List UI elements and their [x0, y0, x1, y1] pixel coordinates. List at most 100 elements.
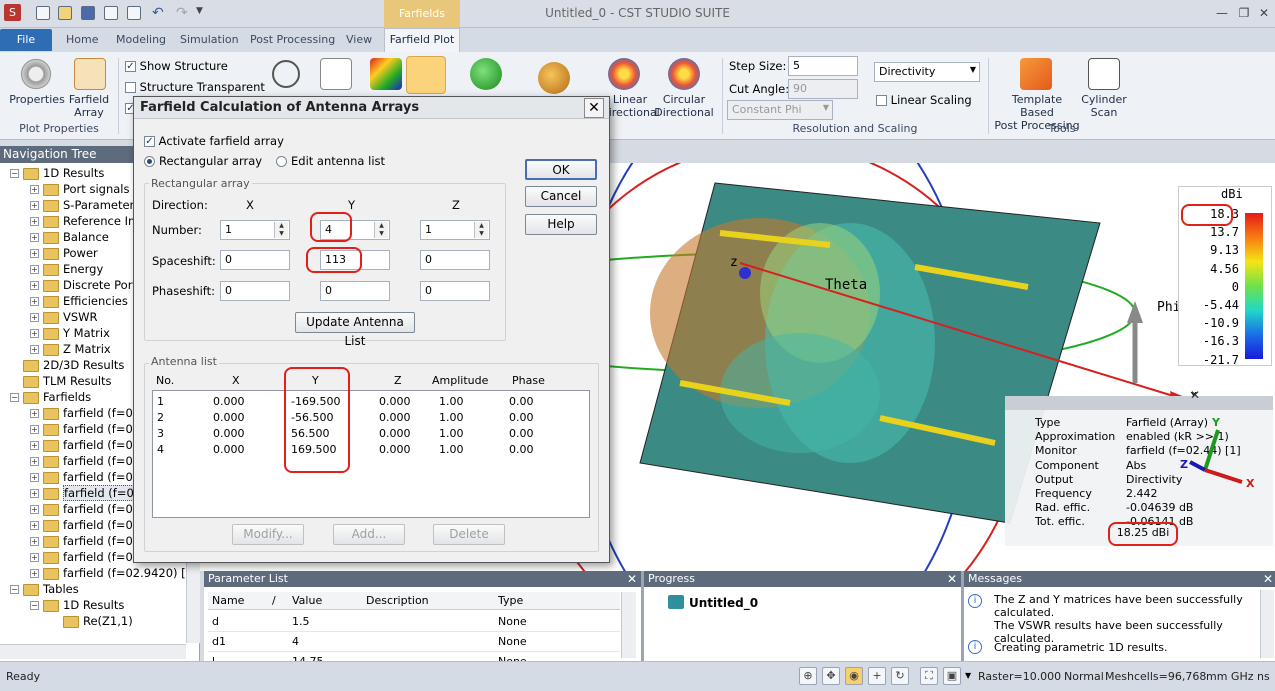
globe-arrow-icon[interactable] — [538, 62, 570, 94]
tree-expander-icon[interactable]: − — [10, 393, 19, 402]
tree-expander-icon[interactable]: − — [10, 169, 19, 178]
number-z-input[interactable]: 1 ▲ ▼ — [420, 220, 490, 240]
structure-transparent-checkbox[interactable]: Structure Transparent — [125, 80, 265, 94]
restore-button[interactable]: ❐ — [1236, 6, 1252, 20]
tree-node[interactable]: − Tables — [10, 581, 79, 597]
properties-gear-icon[interactable] — [20, 58, 52, 90]
parameter-col-header[interactable]: Value — [292, 594, 322, 607]
tree-expander-icon[interactable]: + — [30, 553, 39, 562]
progress-item[interactable]: Untitled_0 — [689, 596, 758, 610]
cut-type-select[interactable]: Constant Phi ▼ — [727, 100, 833, 120]
polar-plot-icon[interactable] — [272, 60, 300, 88]
properties-button[interactable]: Properties — [6, 93, 68, 106]
phaseshift-x-input[interactable]: 0 — [220, 281, 290, 301]
delete-button[interactable]: Delete — [433, 524, 505, 545]
parameter-col-header[interactable]: Type — [498, 594, 523, 607]
parameter-list-scrollbar[interactable] — [621, 592, 636, 658]
tab-modeling[interactable]: Modeling — [108, 30, 174, 52]
spaceshift-z-input[interactable]: 0 — [420, 250, 490, 270]
number-z-spinner[interactable]: ▲ ▼ — [474, 222, 488, 238]
rotate-view-icon[interactable]: ◉ — [845, 667, 863, 685]
tree-node[interactable]: + Power — [30, 245, 98, 261]
farfield-array-icon[interactable] — [74, 58, 106, 90]
tree-node[interactable]: Re(Z1,1) — [50, 613, 133, 629]
tree-expander-icon[interactable]: + — [30, 425, 39, 434]
tree-expander-icon[interactable]: + — [30, 265, 39, 274]
tree-expander-icon[interactable]: + — [30, 217, 39, 226]
tree-expander-icon[interactable]: + — [30, 457, 39, 466]
tree-expander-icon[interactable]: − — [10, 585, 19, 594]
tab-home[interactable]: Home — [58, 30, 106, 52]
tab-view[interactable]: View — [338, 30, 380, 52]
tree-expander-icon[interactable]: + — [30, 329, 39, 338]
activate-farfield-array-checkbox[interactable]: Activate farfield array — [144, 134, 284, 148]
tree-node[interactable]: − 1D Results — [10, 165, 104, 181]
tree-node[interactable]: + Energy — [30, 261, 103, 277]
output-select[interactable]: Directivity ▼ — [874, 62, 980, 82]
circular-directional-icon[interactable] — [668, 58, 700, 90]
tree-expander-icon[interactable]: + — [30, 233, 39, 242]
parameter-row[interactable]: d 1.5 None — [208, 612, 620, 632]
tree-node[interactable]: + VSWR — [30, 309, 98, 325]
tree-node[interactable]: + Efficiencies — [30, 293, 128, 309]
dialog-close-button[interactable]: ✕ — [584, 98, 604, 118]
view-dropdown-icon[interactable]: ▼ — [965, 671, 971, 680]
tab-farfield-plot[interactable]: Farfield Plot — [384, 28, 460, 52]
parameter-row[interactable]: d1 4 None — [208, 632, 620, 652]
tree-expander-icon[interactable]: + — [30, 521, 39, 530]
tab-file[interactable]: File — [0, 29, 52, 51]
info-box-close-icon[interactable]: ✕ — [1190, 388, 1200, 402]
show-structure-checkbox[interactable]: Show Structure — [125, 59, 228, 73]
help-button[interactable]: Help — [525, 214, 597, 235]
tree-expander-icon[interactable]: + — [30, 281, 39, 290]
table-row[interactable]: 1 0.000 -169.500 0.000 1.00 0.00 — [157, 395, 587, 411]
2d-plot-icon[interactable] — [370, 58, 402, 90]
progress-close-icon[interactable]: ✕ — [947, 571, 957, 587]
tree-node[interactable]: TLM Results — [10, 373, 112, 389]
linear-scaling-checkbox[interactable]: Linear Scaling — [876, 93, 972, 107]
farfield-array-button[interactable]: Farfield Array — [66, 93, 112, 119]
tree-node[interactable]: + farfield (f=02.9420) [1] — [30, 565, 186, 581]
update-antenna-list-button[interactable]: Update Antenna List — [295, 312, 415, 348]
pan-icon[interactable]: ✥ — [822, 667, 840, 685]
tree-node[interactable]: + Y Matrix — [30, 325, 110, 341]
ok-button[interactable]: OK — [525, 159, 597, 180]
cylinder-scan-button[interactable]: Cylinder Scan — [1080, 93, 1128, 119]
cut-angle-input[interactable]: 90 — [788, 79, 858, 99]
tree-expander-icon[interactable]: + — [30, 473, 39, 482]
parameter-list-close-icon[interactable]: ✕ — [627, 571, 637, 587]
tree-expander-icon[interactable]: + — [30, 537, 39, 546]
tree-expander-icon[interactable]: + — [30, 345, 39, 354]
tab-simulation[interactable]: Simulation — [172, 30, 247, 52]
tree-node[interactable]: + Discrete Ports — [30, 277, 143, 293]
circular-directional-button[interactable]: Circular Directional — [650, 93, 718, 119]
number-x-input[interactable]: 1 ▲ ▼ — [220, 220, 290, 240]
tree-horizontal-scrollbar[interactable] — [0, 644, 186, 659]
linear-directional-icon[interactable] — [608, 58, 640, 90]
rectangular-array-radio[interactable]: Rectangular array — [144, 154, 262, 168]
view-cube-icon[interactable]: ▣ — [943, 667, 961, 685]
cancel-button[interactable]: Cancel — [525, 186, 597, 207]
3d-plot-icon[interactable] — [406, 56, 446, 94]
antenna-list-table[interactable]: 1 0.000 -169.500 0.000 1.00 0.00 2 0.000 -56.500… — [152, 390, 590, 518]
tree-node[interactable]: 2D/3D Results — [10, 357, 124, 373]
tab-post-processing[interactable]: Post Processing — [242, 30, 343, 52]
tree-expander-icon[interactable]: + — [30, 249, 39, 258]
cartesian-plot-icon[interactable] — [320, 58, 352, 90]
table-row[interactable]: 2 0.000 -56.500 0.000 1.00 0.00 — [157, 411, 587, 427]
tree-expander-icon[interactable]: − — [30, 601, 39, 610]
tree-expander-icon[interactable]: + — [30, 201, 39, 210]
sphere-icon[interactable] — [470, 58, 502, 90]
cylinder-scan-icon[interactable] — [1088, 58, 1120, 90]
template-postprocessing-icon[interactable] — [1020, 58, 1052, 90]
fit-view-icon[interactable]: ⛶ — [920, 667, 938, 685]
step-size-input[interactable]: 5 — [788, 56, 858, 76]
modify-button[interactable]: Modify... — [232, 524, 304, 545]
table-row[interactable]: 3 0.000 56.500 0.000 1.00 0.00 — [157, 427, 587, 443]
tree-expander-icon[interactable]: + — [30, 569, 39, 578]
parameter-col-header[interactable]: Description — [366, 594, 429, 607]
tree-expander-icon[interactable]: + — [30, 489, 39, 498]
zoom-icon[interactable]: ⊕ — [799, 667, 817, 685]
spin-icon[interactable]: ↻ — [891, 667, 909, 685]
tree-expander-icon[interactable]: + — [30, 297, 39, 306]
